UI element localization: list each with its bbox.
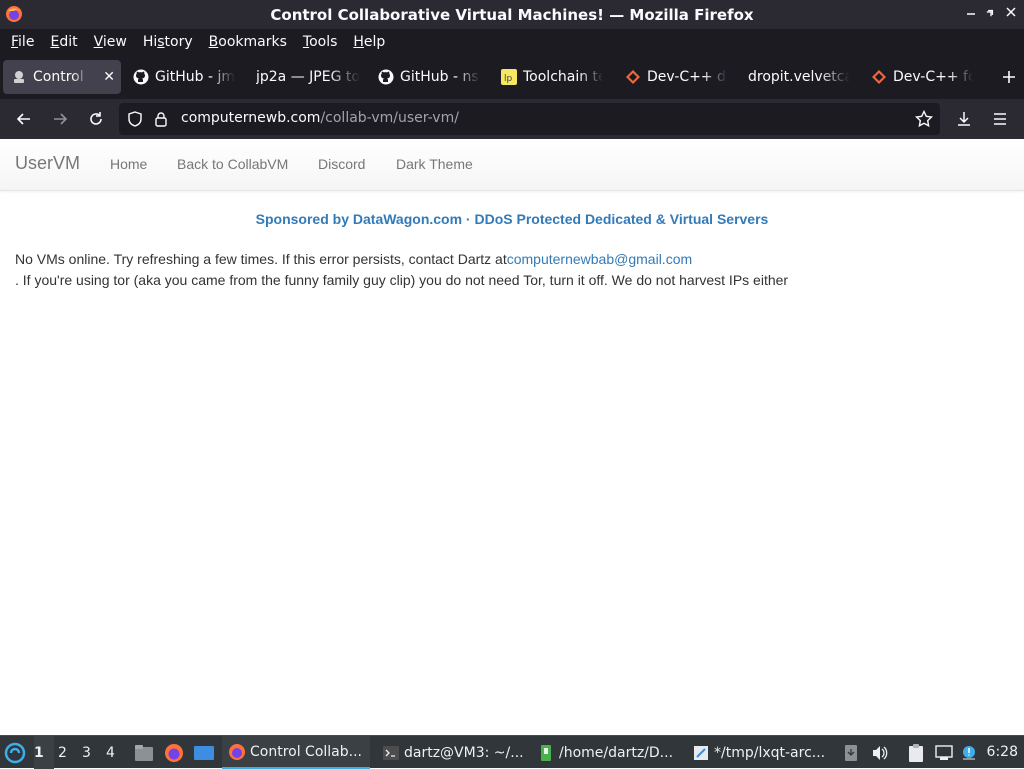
- site-brand[interactable]: UserVM: [15, 153, 80, 174]
- tab-strip: Control Collaborative Virtual Machines! …: [0, 55, 1024, 99]
- task-text-editor[interactable]: */tmp/lxqt-arc...: [686, 736, 836, 769]
- notification-icon[interactable]: [960, 736, 978, 769]
- menu-file[interactable]: File: [3, 29, 42, 55]
- tab-label: jp2a — JPEG to ASCII: [256, 69, 360, 85]
- tab-label: Toolchain terminology: [523, 69, 603, 85]
- start-menu-icon[interactable]: [4, 736, 26, 769]
- task-firefox[interactable]: Control Collab...: [222, 736, 370, 769]
- navigation-toolbar: computernewb.com/collab-vm/user-vm/: [0, 99, 1024, 139]
- nav-link-discord[interactable]: Discord: [318, 156, 365, 172]
- devcpp-icon: [871, 69, 887, 85]
- tab-control-collab[interactable]: Control Collaborative Virtual Machines! …: [3, 60, 121, 94]
- window-title: Control Collaborative Virtual Machines! …: [270, 6, 754, 24]
- firefox-launcher-icon[interactable]: [164, 736, 184, 769]
- menu-tools[interactable]: Tools: [295, 29, 346, 55]
- task-label: dartz@VM3: ~/...: [404, 744, 524, 761]
- github-icon: [378, 69, 394, 85]
- address-bar[interactable]: computernewb.com/collab-vm/user-vm/: [119, 103, 940, 135]
- clock[interactable]: 6:28: [987, 744, 1018, 760]
- network-icon[interactable]: [934, 736, 954, 769]
- menu-bookmarks[interactable]: Bookmarks: [201, 29, 295, 55]
- error-message-line2: . If you're using tor (aka you came from…: [15, 272, 789, 288]
- task-label: */tmp/lxqt-arc...: [714, 744, 826, 761]
- error-message-line1: No VMs online. Try refreshing a few time…: [15, 251, 692, 267]
- github-icon: [133, 69, 149, 85]
- sponsor-link[interactable]: Sponsored by DataWagon.com · DDoS Protec…: [0, 211, 1024, 227]
- taskbar: 1 2 3 4 Control Collab... dartz@VM3: ~/.…: [0, 735, 1024, 769]
- tab-label: GitHub - nstarke: [400, 69, 480, 85]
- menu-hamburger-icon[interactable]: [990, 109, 1010, 129]
- menu-edit[interactable]: Edit: [42, 29, 85, 55]
- menu-view[interactable]: View: [86, 29, 135, 55]
- firefox-icon: [228, 743, 246, 761]
- url-text[interactable]: computernewb.com/collab-vm/user-vm/: [181, 110, 459, 126]
- tab-devcpp-download[interactable]: Dev-C++ download: [625, 60, 729, 94]
- tab-label: Dev-C++ download: [647, 69, 727, 85]
- tab-label: Dev-C++ for Windows: [893, 69, 973, 85]
- tab-label: GitHub - jmhobbs/jp2a: [155, 69, 235, 85]
- workspace-3[interactable]: 3: [82, 736, 102, 769]
- tab-github-nstarke[interactable]: GitHub - nstarke: [378, 60, 482, 94]
- close-tab-icon[interactable]: ✕: [103, 69, 115, 85]
- tab-label: dropit.velvetcache.org: [748, 69, 850, 85]
- menu-history[interactable]: History: [135, 29, 201, 55]
- task-label: Control Collab...: [250, 743, 362, 760]
- error-message-text: No VMs online. Try refreshing a few time…: [15, 251, 507, 267]
- tab-devcpp-windows[interactable]: Dev-C++ for Windows: [871, 60, 975, 94]
- workspace-1[interactable]: 1: [34, 736, 54, 769]
- svg-text:lp: lp: [504, 74, 513, 84]
- downloads-icon[interactable]: [954, 109, 974, 129]
- workspace-4[interactable]: 4: [106, 736, 126, 769]
- maximize-icon[interactable]: [984, 6, 998, 22]
- volume-icon[interactable]: [871, 736, 889, 769]
- minimize-icon[interactable]: [964, 6, 978, 22]
- nav-link-home[interactable]: Home: [110, 156, 147, 172]
- bookmark-star-icon[interactable]: [914, 109, 934, 129]
- back-icon[interactable]: [14, 109, 34, 129]
- tray-storage-icon[interactable]: [843, 736, 859, 769]
- shield-icon[interactable]: [125, 109, 145, 129]
- workspace-2[interactable]: 2: [58, 736, 78, 769]
- forward-icon[interactable]: [50, 109, 70, 129]
- tab-toolchain[interactable]: lp Toolchain terminology: [501, 60, 607, 94]
- task-label: /home/dartz/D...: [559, 744, 674, 761]
- tab-github-jmhobbs[interactable]: GitHub - jmhobbs/jp2a: [133, 60, 238, 94]
- menu-help[interactable]: Help: [345, 29, 393, 55]
- lock-icon[interactable]: [151, 109, 171, 129]
- task-terminal[interactable]: dartz@VM3: ~/...: [376, 736, 526, 769]
- task-file-manager[interactable]: /home/dartz/D...: [531, 736, 681, 769]
- contact-email-link[interactable]: computernewbab@gmail.com: [507, 251, 692, 267]
- window-titlebar: Control Collaborative Virtual Machines! …: [0, 0, 1024, 29]
- desktop-launcher-icon[interactable]: [193, 736, 215, 769]
- url-path: /collab-vm/user-vm/: [320, 110, 459, 126]
- close-icon[interactable]: [1004, 6, 1018, 22]
- tab-label: Control Collaborative Virtual Machines!: [33, 69, 89, 85]
- terminal-icon: [382, 744, 400, 762]
- clipboard-icon[interactable]: [906, 736, 926, 769]
- file-manager-launcher-icon[interactable]: [134, 736, 154, 769]
- file-manager-icon: [537, 744, 555, 762]
- lp-icon: lp: [501, 69, 517, 85]
- vm-icon: [11, 69, 27, 85]
- text-editor-icon: [692, 744, 710, 762]
- nav-link-dark-theme[interactable]: Dark Theme: [396, 156, 473, 172]
- tab-jp2a[interactable]: jp2a — JPEG to ASCII: [256, 60, 360, 94]
- site-navbar: UserVM Home Back to CollabVM Discord Dar…: [0, 139, 1024, 191]
- menu-bar: File Edit View History Bookmarks Tools Help: [0, 29, 1024, 55]
- devcpp-icon: [625, 69, 641, 85]
- new-tab-icon[interactable]: [1002, 69, 1016, 85]
- reload-icon[interactable]: [86, 109, 106, 129]
- nav-link-back-to-collabvm[interactable]: Back to CollabVM: [177, 156, 288, 172]
- tab-dropit[interactable]: dropit.velvetcache.org: [748, 60, 850, 94]
- page-content: UserVM Home Back to CollabVM Discord Dar…: [0, 139, 1024, 735]
- url-host: computernewb.com: [181, 110, 321, 126]
